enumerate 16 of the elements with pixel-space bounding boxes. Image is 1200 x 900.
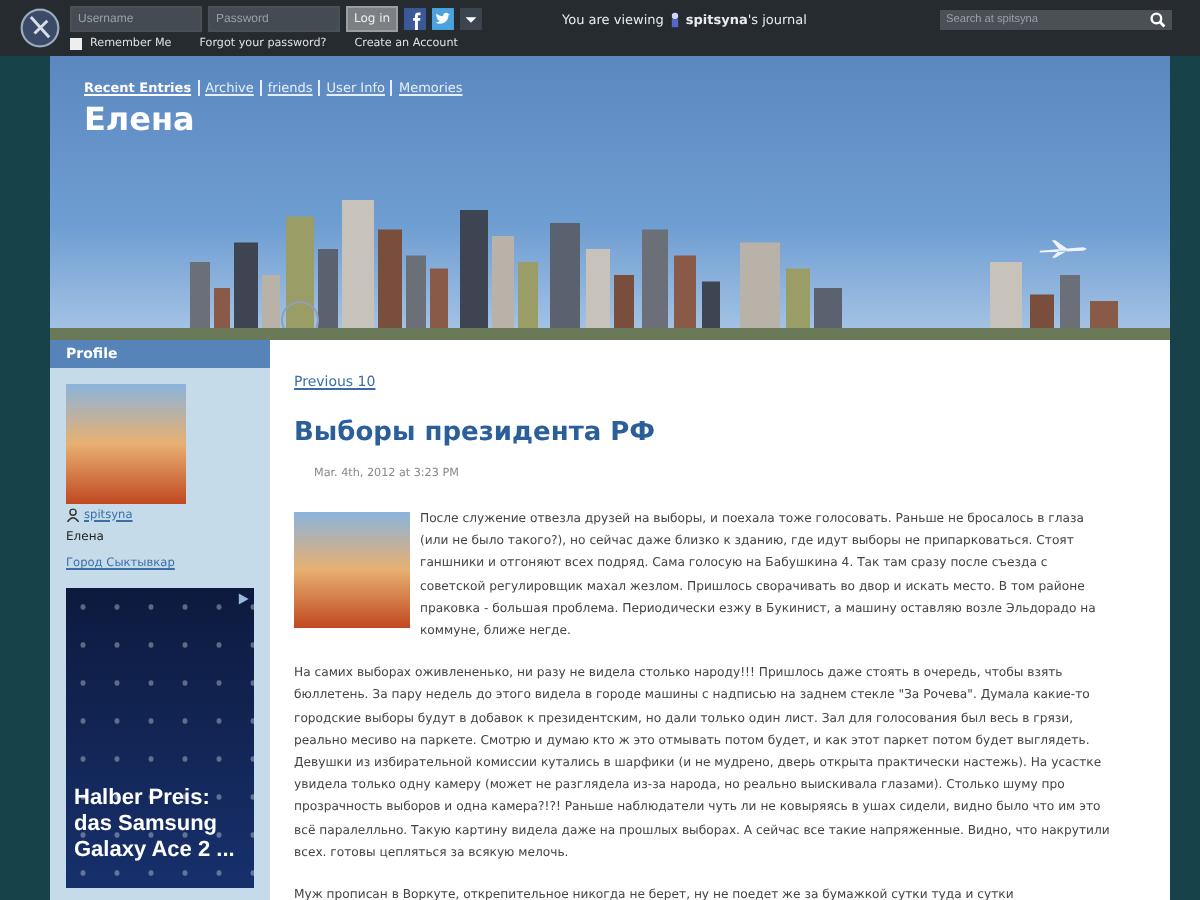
entry-title[interactable]: Выборы президента РФ (294, 418, 1114, 448)
user-icon (66, 508, 80, 522)
journal-title: Елена (84, 100, 197, 138)
logo-icon[interactable] (18, 6, 62, 50)
ad-banner[interactable]: Halber Preis: das Samsung Galaxy Ace 2 ... (66, 588, 254, 888)
user-icon (669, 12, 680, 28)
userpic-placeholder (294, 512, 410, 628)
avatar-placeholder (66, 384, 186, 504)
ad-info-icon[interactable] (236, 592, 250, 606)
airplane-icon (1038, 240, 1090, 258)
dropdown-icon[interactable] (460, 8, 482, 30)
remember-me-checkbox[interactable] (70, 38, 82, 50)
bird-icon[interactable] (432, 8, 455, 30)
search-icon[interactable] (1150, 12, 1166, 28)
facebook-icon[interactable] (404, 8, 427, 30)
ad-text: Halber Preis: das Samsung Galaxy Ace 2 ... (72, 786, 237, 866)
